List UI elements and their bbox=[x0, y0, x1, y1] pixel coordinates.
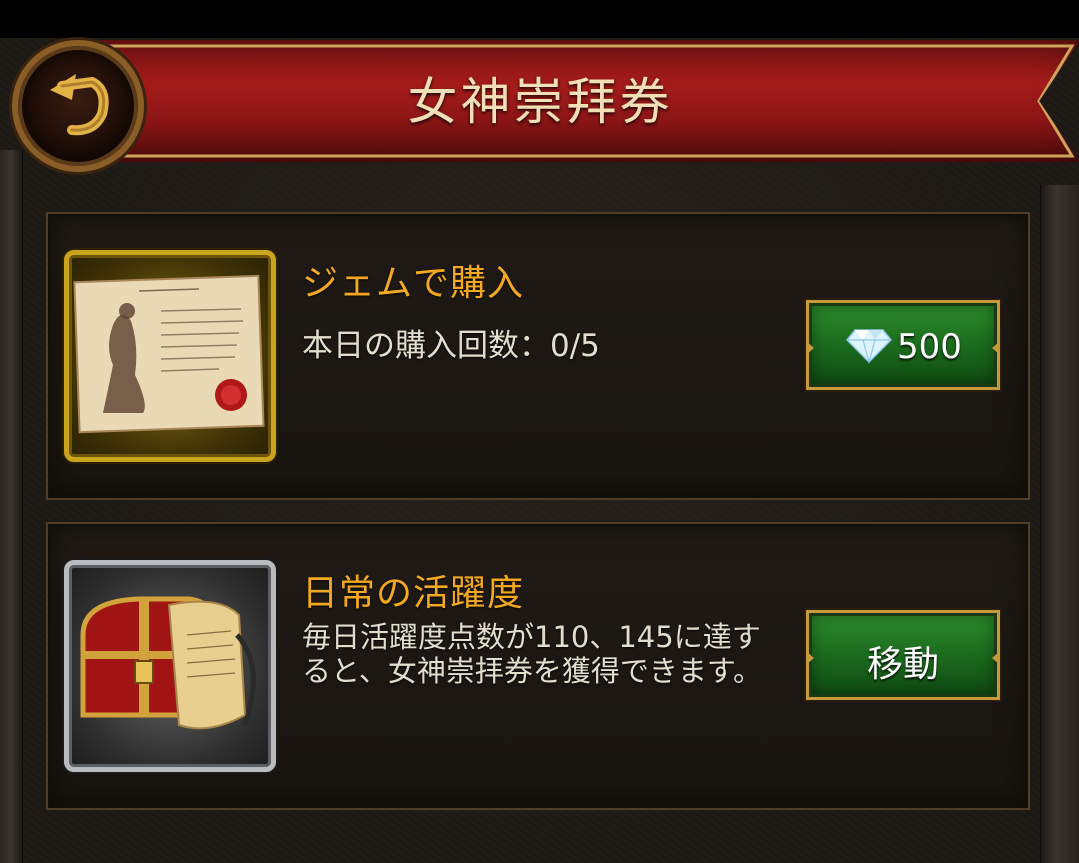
treasure-chest-item bbox=[64, 560, 276, 772]
worship-ticket-item bbox=[64, 250, 276, 462]
button-notch-right bbox=[992, 341, 1000, 355]
page-title: 女神崇拜券 bbox=[407, 73, 673, 131]
buy-with-gems-button[interactable]: 500 bbox=[806, 300, 1000, 390]
back-button[interactable] bbox=[12, 40, 144, 172]
move-button-label: 移動 bbox=[866, 644, 939, 685]
move-button[interactable]: 移動 bbox=[806, 610, 1000, 700]
gem-purchase-title: ジェムで購入 bbox=[302, 263, 525, 304]
left-pillar bbox=[0, 150, 23, 863]
daily-activity-panel: 日常の活躍度 毎日活躍度点数が110、145に達すると、女神崇拝券を獲得できます… bbox=[46, 522, 1030, 810]
daily-limit-text: 本日の購入回数：0/5 bbox=[302, 328, 600, 364]
back-arrow-icon bbox=[50, 74, 109, 136]
right-pillar bbox=[1040, 185, 1079, 863]
diamond-icon bbox=[845, 329, 893, 364]
daily-activity-title: 日常の活躍度 bbox=[302, 573, 525, 614]
gem-purchase-panel: ジェムで購入 本日の購入回数：0/5 500 bbox=[46, 212, 1030, 500]
button-notch-left bbox=[806, 341, 814, 355]
worship-ticket-icon bbox=[73, 274, 265, 434]
treasure-chest-icon bbox=[80, 596, 256, 730]
status-bar bbox=[0, 0, 1079, 38]
daily-activity-description: 毎日活躍度点数が110、145に達すると、女神崇拝券を獲得できます。 bbox=[302, 620, 762, 688]
gem-price: 500 bbox=[897, 327, 962, 367]
